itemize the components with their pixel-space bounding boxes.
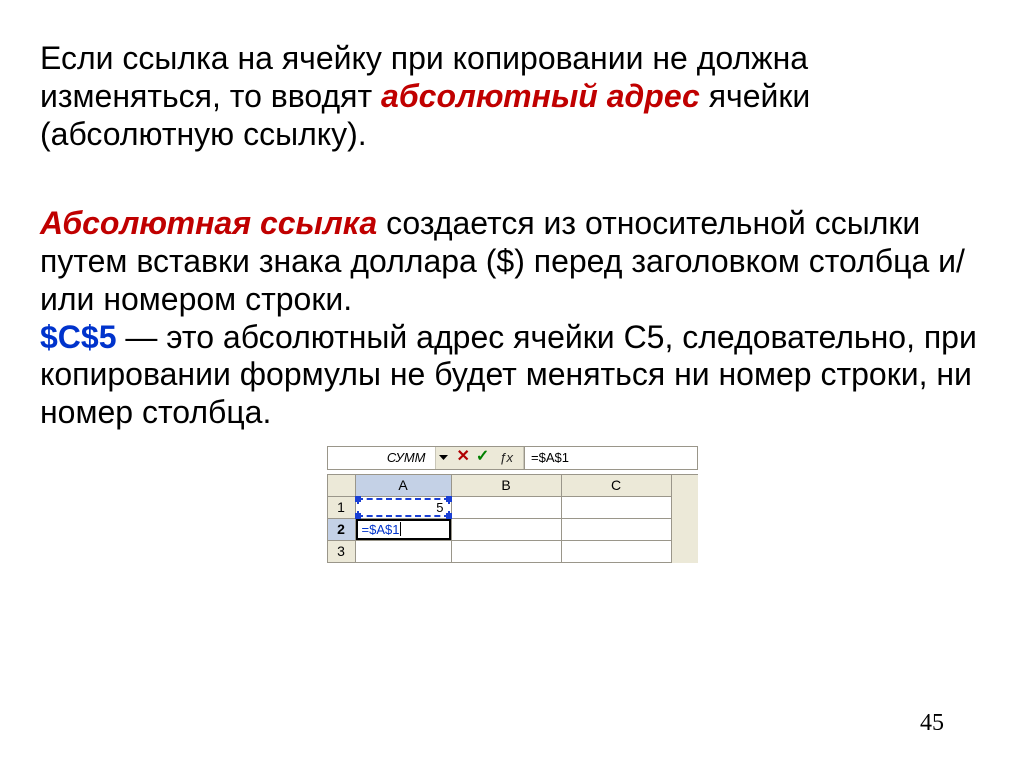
formula-bar: СУММ ✕ ✓ ƒх =$A$1 [327,446,698,470]
header-row: A B C [328,475,698,497]
row-header-2[interactable]: 2 [328,519,356,541]
name-box[interactable]: СУММ [328,447,437,469]
p3-text-a: — это абсолютный адрес ячейки С5, следов… [40,319,977,431]
row-3: 3 [328,541,698,563]
enter-icon[interactable]: ✓ [476,448,489,467]
p3-emphasis: $C$5 [40,319,117,355]
cell-b2[interactable] [452,519,562,541]
row-1: 1 5 [328,497,698,519]
cell-a1[interactable]: 5 [356,497,452,519]
page-number: 45 [920,709,944,737]
paragraph-3: $C$5 — это абсолютный адрес ячейки С5, с… [40,319,984,432]
row-header-1[interactable]: 1 [328,497,356,519]
cell-c2[interactable] [562,519,672,541]
cell-a1-value: 5 [436,500,443,515]
paragraph-1: Если ссылка на ячейку при копировании не… [40,40,984,153]
dropdown-icon [439,455,448,460]
column-header-b[interactable]: B [452,475,562,497]
slide: Если ссылка на ячейку при копировании не… [0,0,1024,767]
cell-a2-value: =$A$1 [362,522,400,537]
cell-a2[interactable]: =$A$1 [356,519,452,541]
column-header-a[interactable]: A [356,475,452,497]
paragraph-2: Абсолютная ссылка создается из относител… [40,205,984,318]
cell-b3[interactable] [452,541,562,563]
text-cursor [400,522,401,536]
cell-b1[interactable] [452,497,562,519]
row-header-3[interactable]: 3 [328,541,356,563]
p1-emphasis: абсолютный адрес [381,78,700,114]
column-header-c[interactable]: C [562,475,672,497]
formula-input[interactable]: =$A$1 [524,447,696,469]
p2-emphasis: Абсолютная ссылка [40,205,377,241]
name-box-value: СУММ [387,450,426,465]
row-2: 2 =$A$1 [328,519,698,541]
select-all-corner[interactable] [328,475,356,497]
cell-a3[interactable] [356,541,452,563]
formula-text: =$A$1 [531,450,569,465]
cell-c3[interactable] [562,541,672,563]
spreadsheet-grid: A B C 1 5 2 =$A$1 [327,474,698,563]
fx-icon[interactable]: ƒх [495,450,517,465]
excel-snippet: СУММ ✕ ✓ ƒх =$A$1 A B C 1 [327,446,698,563]
cancel-icon[interactable]: ✕ [457,448,470,467]
name-box-dropdown[interactable] [435,447,451,469]
cell-c1[interactable] [562,497,672,519]
